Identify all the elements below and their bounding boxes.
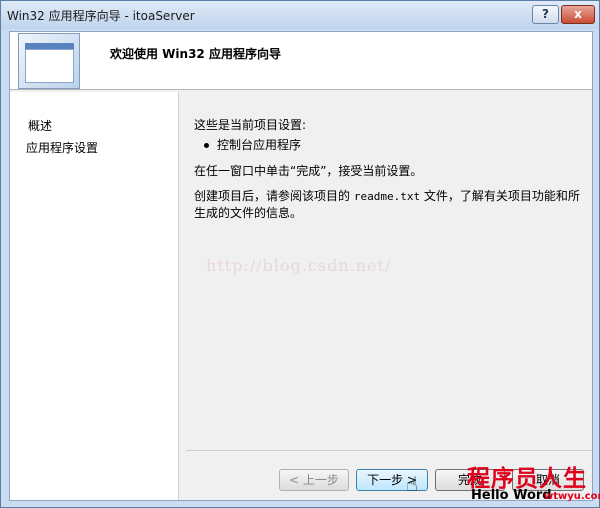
window-title: Win32 应用程序向导 - itoaServer [7, 9, 195, 23]
sidebar-item-overview[interactable]: 概述 [28, 117, 52, 134]
blog-watermark: http://blog.csdn.net/ [206, 256, 392, 275]
wizard-content: 这些是当前项目设置: 控制台应用程序 在任一窗口中单击“完成”，接受当前设置。 … [186, 92, 592, 450]
wizard-banner: 欢迎使用 Win32 应用程序向导 [10, 32, 592, 90]
icon-page [25, 49, 74, 83]
hand-cursor-icon: ☝ [406, 472, 419, 496]
setting-bullet-item: 控制台应用程序 [204, 136, 301, 153]
previous-button[interactable]: < 上一步 [279, 469, 349, 491]
close-button[interactable]: x [561, 5, 595, 24]
readme-instruction: 创建项目后，请参阅该项目的 readme.txt 文件，了解有关项目功能和所生成… [194, 188, 584, 221]
wizard-window: Win32 应用程序向导 - itoaServer ? x 欢迎使用 Win32… [0, 0, 600, 508]
bullet-icon [204, 143, 209, 148]
settings-title: 这些是当前项目设置: [194, 118, 307, 132]
sidebar-item-application-settings[interactable]: 应用程序设置 [26, 139, 98, 156]
readme-filename: readme.txt [353, 190, 421, 203]
title-bar[interactable]: Win32 应用程序向导 - itoaServer ? x [1, 1, 599, 29]
button-divider [186, 450, 592, 451]
setting-bullet-text: 控制台应用程序 [217, 138, 302, 152]
wizard-window-icon [18, 33, 80, 89]
readme-prefix: 创建项目后，请参阅该项目的 [194, 189, 351, 203]
help-button[interactable]: ? [532, 5, 559, 24]
wizard-client-area: 欢迎使用 Win32 应用程序向导 概述 应用程序设置 这些是当前项目设置: 控… [9, 31, 593, 501]
page-title: 欢迎使用 Win32 应用程序向导 [110, 47, 281, 61]
finish-instruction: 在任一窗口中单击“完成”，接受当前设置。 [194, 164, 423, 178]
site-watermark-url: wtwyu.com [544, 491, 600, 502]
wizard-sidebar: 概述 应用程序设置 [10, 92, 179, 500]
site-watermark-subtitle: Hello Word [471, 488, 552, 503]
